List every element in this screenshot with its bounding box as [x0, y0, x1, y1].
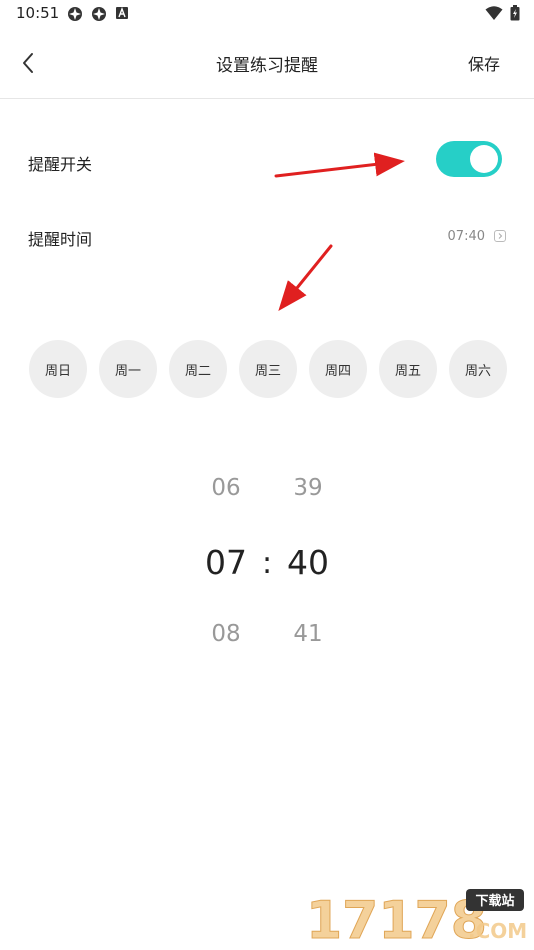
- svg-text:.COM: .COM: [468, 919, 526, 943]
- weekday-selector: 周日 周一 周二 周三 周四 周五 周六: [29, 340, 507, 398]
- weekday-wednesday[interactable]: 周三: [239, 340, 297, 398]
- weekday-tuesday[interactable]: 周二: [169, 340, 227, 398]
- minute-selected: 40: [287, 543, 329, 582]
- svg-text:下载站: 下载站: [475, 893, 514, 909]
- app-notification-icon: [92, 7, 106, 21]
- status-bar: 10:51: [0, 0, 534, 28]
- minute-prev: 39: [293, 475, 323, 501]
- site-watermark-logo: 17178 下载站 .COM: [306, 888, 527, 950]
- app-header: 设置练习提醒 保存: [0, 28, 534, 99]
- weekday-thursday[interactable]: 周四: [309, 340, 367, 398]
- battery-charging-icon: [510, 5, 520, 21]
- reminder-switch-row: 提醒开关: [28, 140, 506, 180]
- system-icons: [485, 5, 520, 21]
- minute-next: 41: [293, 621, 323, 647]
- app-notification-icon: [68, 7, 82, 21]
- weekday-sunday[interactable]: 周日: [29, 340, 87, 398]
- status-time: 10:51: [16, 4, 60, 22]
- weekday-friday[interactable]: 周五: [379, 340, 437, 398]
- reminder-toggle[interactable]: [436, 141, 502, 177]
- hour-next: 08: [211, 621, 241, 647]
- keyboard-notification-icon: [116, 7, 128, 19]
- notification-icons: [67, 6, 129, 22]
- hour-selected: 07: [205, 543, 247, 582]
- weekday-monday[interactable]: 周一: [99, 340, 157, 398]
- svg-text:17178: 17178: [306, 891, 487, 946]
- arrow-to-weekdays: [278, 244, 333, 311]
- reminder-time-row[interactable]: 提醒时间 07:40: [28, 222, 506, 252]
- page-title: 设置练习提醒: [216, 56, 318, 76]
- wifi-icon: [485, 6, 503, 20]
- save-button[interactable]: 保存: [468, 51, 500, 75]
- reminder-switch-label: 提醒开关: [28, 155, 93, 174]
- weekday-saturday[interactable]: 周六: [449, 340, 507, 398]
- reminder-time-label: 提醒时间: [28, 230, 93, 249]
- chevron-right-icon: [494, 230, 506, 242]
- reminder-time-value: 07:40: [447, 229, 485, 244]
- hour-prev: 06: [211, 475, 241, 501]
- watermark-graphic: 17178 下载站 .COM: [306, 889, 527, 950]
- time-picker: 06 07 08 : 39 40 41: [0, 460, 534, 680]
- toggle-knob: [470, 145, 498, 173]
